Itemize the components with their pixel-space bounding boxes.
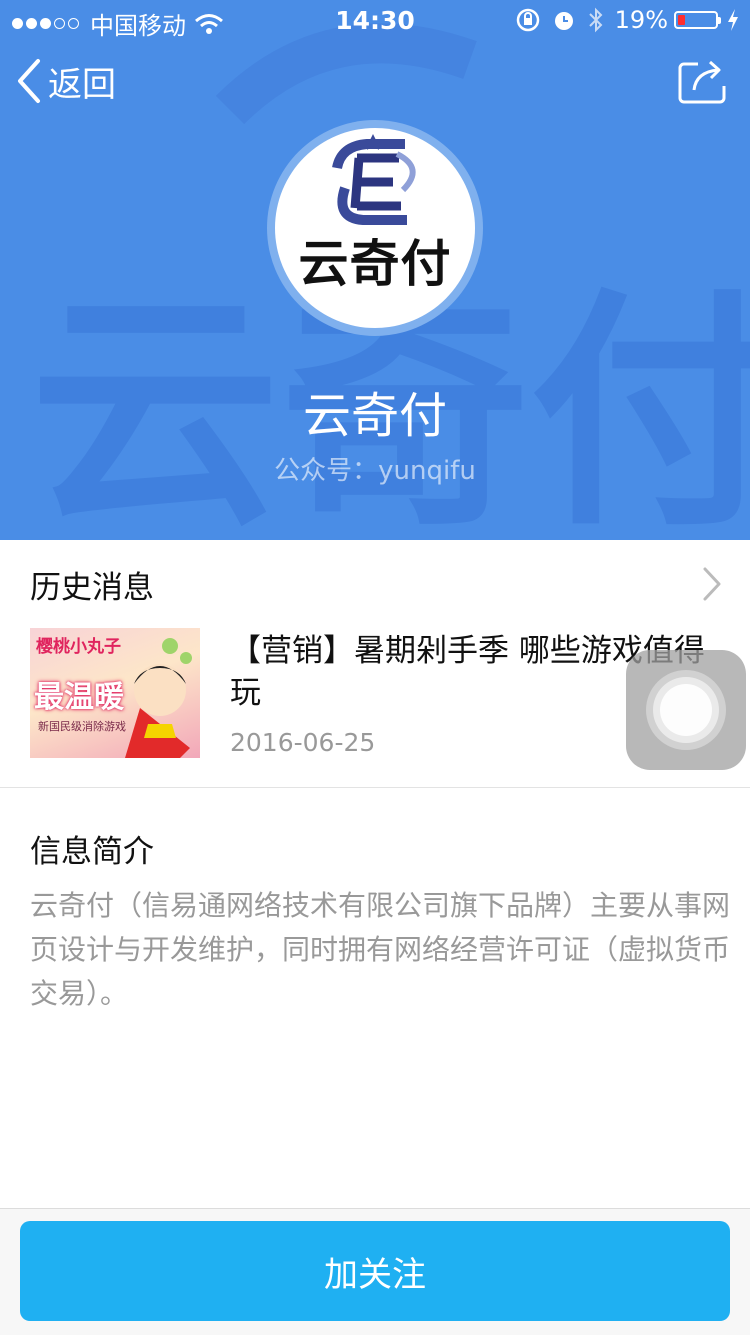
follow-button[interactable]: 加关注 [20,1221,730,1321]
share-icon [678,60,726,104]
chevron-right-icon[interactable] [702,566,722,602]
thumbnail-caption-top: 樱桃小丸子 [36,637,121,657]
logo-text: 云奇付 [298,235,452,293]
assistive-touch-button[interactable] [626,650,746,770]
article-thumbnail: 樱桃小丸子 最温暖 新国民级消除游戏 [30,628,200,758]
account-name: 云奇付 [302,388,447,444]
section-divider [0,787,750,788]
thumbnail-caption-main: 最温暖 [34,680,124,715]
back-button[interactable]: 返回 [16,56,116,106]
intro-text: 云奇付（信易通网络技术有限公司旗下品牌）主要从事网页设计与开发维护，同时拥有网络… [30,889,731,1010]
avatar: 云奇付 [275,128,475,328]
share-button[interactable] [678,56,730,106]
history-section-title[interactable]: 历史消息 [30,562,154,607]
intro-section-title: 信息简介 [30,834,154,870]
status-bar: 中国移动 14:30 19% [0,0,750,40]
lock-rotation-icon [516,8,539,32]
thumbnail-caption-sub: 新国民级消除游戏 [38,720,126,733]
back-label: 返回 [48,64,116,105]
article-date: 2016-06-25 [230,728,376,757]
back-chevron-icon [18,59,40,103]
alarm-icon [554,12,573,30]
charging-icon [728,9,738,31]
battery-icon [674,11,721,29]
profile-header: 云奇付 中国移动 14:30 19% 返回 云奇付 云奇付 公众号：yunqif… [0,0,750,540]
brand-logo-mark [332,134,416,225]
battery-percent: 19% [614,6,668,34]
account-id: 公众号：yunqifu [274,456,476,486]
bluetooth-icon [588,7,603,33]
